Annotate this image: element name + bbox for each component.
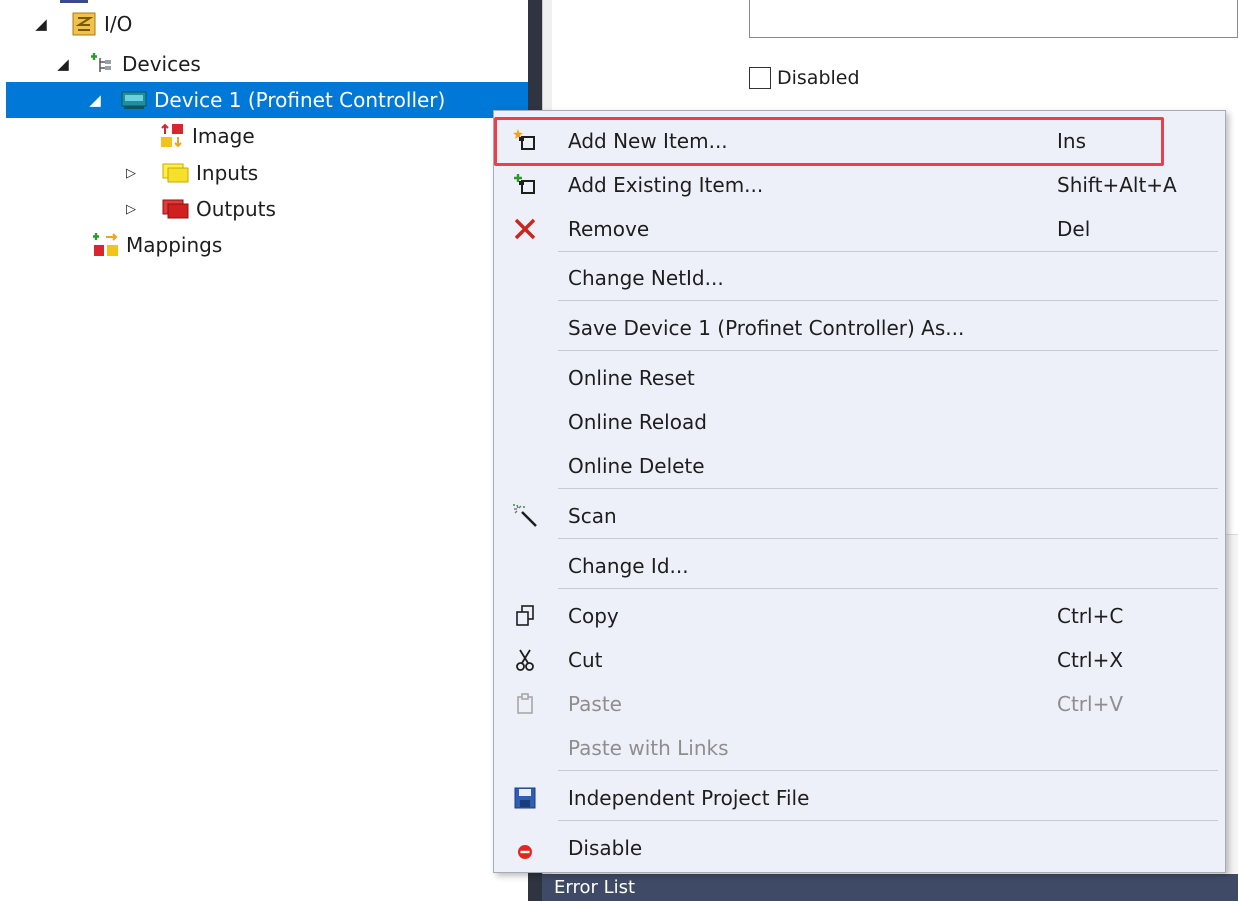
expand-arrow-icon[interactable]: ▷ [120,202,142,217]
tree-item-devices[interactable]: ◢ Devices [0,46,580,82]
menu-item-online-reset[interactable]: Online Reset [494,356,1225,400]
menu-item-save-as[interactable]: Save Device 1 (Profinet Controller) As..… [494,306,1225,350]
menu-item-shortcut: Ctrl+X [1057,648,1124,672]
menu-item-shortcut: Ins [1057,129,1086,153]
menu-item-add-new-item[interactable]: Add New Item... Ins [494,119,1225,163]
image-process-icon [158,123,186,149]
profinet-controller-icon [120,87,148,113]
expand-arrow-icon[interactable]: ▷ [120,166,142,181]
menu-item-label: Add Existing Item... [568,173,764,197]
tree-item-devices-label: Devices [122,52,201,76]
error-list-title: Error List [554,877,636,898]
menu-item-label: Paste [568,692,622,716]
tree-item-io[interactable]: ◢ I/O [0,6,558,42]
menu-item-label: Change Id... [568,554,689,578]
disabled-label: Disabled [777,67,860,89]
disabled-checkbox[interactable] [749,67,771,89]
menu-separator [558,350,1218,351]
context-menu: Add New Item... Ins Add Existing Item...… [493,110,1226,873]
menu-item-scan[interactable]: Scan [494,494,1225,538]
tree-item-io-label: I/O [104,12,133,36]
menu-item-label: Online Delete [568,454,705,478]
menu-item-online-delete[interactable]: Online Delete [494,444,1225,488]
properties-lower-area [1226,534,1238,875]
menu-item-label: Scan [568,504,617,528]
inputs-icon [162,160,190,186]
menu-item-label: Change NetId... [568,266,724,290]
menu-item-cut[interactable]: Cut Ctrl+X [494,638,1225,682]
menu-separator [558,538,1218,539]
menu-item-paste-with-links[interactable]: Paste with Links [494,726,1225,770]
menu-separator [558,770,1218,771]
menu-item-shortcut: Ctrl+V [1057,692,1124,716]
tree-top-edge [60,0,88,3]
menu-item-paste[interactable]: Paste Ctrl+V [494,682,1225,726]
menu-item-label: Copy [568,604,619,628]
menu-item-disable[interactable]: Disable [494,826,1225,870]
scissors-icon [508,643,542,677]
menu-item-shortcut: Ctrl+C [1057,604,1124,628]
menu-item-add-existing-item[interactable]: Add Existing Item... Shift+Alt+A [494,163,1225,207]
menu-item-label: Paste with Links [568,736,729,760]
tree-item-device1[interactable]: ◢ Device 1 (Profinet Controller) [6,82,530,118]
tree-item-image-label: Image [192,124,255,148]
menu-item-shortcut: Del [1057,217,1091,241]
menu-item-label: Save Device 1 (Profinet Controller) As..… [568,316,965,340]
collapse-arrow-icon[interactable]: ◢ [52,55,74,73]
menu-item-label: Online Reload [568,410,707,434]
outputs-icon [162,196,190,222]
menu-separator [558,488,1218,489]
menu-item-label: Add New Item... [568,129,728,153]
disable-icon [508,831,542,865]
menu-item-remove[interactable]: Remove Del [494,207,1225,251]
io-folder-icon [70,11,98,37]
magic-wand-icon [508,499,542,533]
menu-item-independent-project-file[interactable]: Independent Project File [494,776,1225,820]
remove-x-icon [508,212,542,246]
menu-item-label: Online Reset [568,366,695,390]
paste-icon [508,687,542,721]
save-floppy-icon [508,781,542,815]
mappings-icon [92,232,120,258]
add-existing-item-icon [508,168,542,202]
menu-item-label: Remove [568,217,650,241]
comment-textbox[interactable] [749,0,1238,38]
copy-icon [508,599,542,633]
menu-item-label: Independent Project File [568,786,810,810]
menu-item-change-id[interactable]: Change Id... [494,544,1225,588]
menu-item-copy[interactable]: Copy Ctrl+C [494,594,1225,638]
tree-item-inputs-label: Inputs [196,161,259,185]
menu-separator [558,300,1218,301]
menu-item-label: Cut [568,648,603,672]
add-new-item-icon [508,124,542,158]
tree-item-device1-label: Device 1 (Profinet Controller) [154,88,446,112]
collapse-arrow-icon[interactable]: ◢ [84,91,106,109]
menu-separator [558,251,1218,252]
disabled-checkbox-row[interactable]: Disabled [749,64,860,92]
devices-tree-icon [88,51,116,77]
collapse-arrow-icon[interactable]: ◢ [30,15,52,33]
tree-item-outputs-label: Outputs [196,197,276,221]
menu-item-change-netid[interactable]: Change NetId... [494,256,1225,300]
menu-separator [558,820,1218,821]
solution-tree: ◢ I/O ◢ Devices ◢ Device 1 (Profinet Con… [0,0,530,901]
menu-separator [558,588,1218,589]
menu-item-label: Disable [568,836,643,860]
error-list-tab[interactable]: Error List [542,874,1238,901]
menu-item-shortcut: Shift+Alt+A [1057,173,1177,197]
tree-item-mappings-label: Mappings [126,233,223,257]
menu-item-online-reload[interactable]: Online Reload [494,400,1225,444]
